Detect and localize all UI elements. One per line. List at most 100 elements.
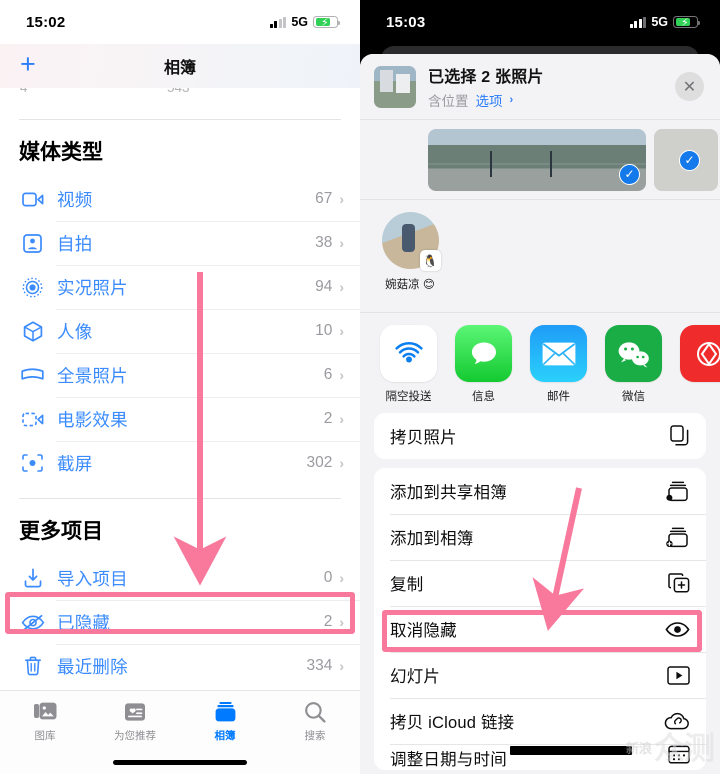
album-count: 2 bbox=[323, 410, 333, 427]
chevron-right-icon: › bbox=[339, 570, 344, 586]
album-label: 截屏 bbox=[57, 453, 93, 474]
chevron-right-icon: › bbox=[339, 411, 344, 427]
album-label: 人像 bbox=[57, 321, 93, 342]
share-apps-row: 隔空投送 信息 邮件 微信 bbox=[360, 312, 720, 404]
add-album-button[interactable]: + bbox=[20, 51, 36, 78]
album-row-cinematic[interactable]: 电影效果 2 › bbox=[0, 397, 360, 441]
live-photo-icon bbox=[19, 275, 46, 299]
tab-for-you[interactable]: 为您推荐 bbox=[90, 699, 180, 743]
album-count: 38 bbox=[315, 234, 333, 251]
action-label: 添加到共享相簿 bbox=[390, 484, 507, 502]
album-row-live-photos[interactable]: 实况照片 94 › bbox=[0, 265, 360, 309]
search-icon bbox=[304, 699, 326, 724]
signal-bars-icon bbox=[269, 16, 287, 28]
foryou-icon bbox=[123, 699, 147, 724]
photo-thumbnail-2[interactable]: ✓ bbox=[654, 128, 718, 191]
album-row-hidden[interactable]: 已隐藏 2 › bbox=[0, 600, 360, 644]
album-count: 0 bbox=[323, 569, 333, 586]
chevron-right-icon: › bbox=[339, 455, 344, 471]
share-app-wechat[interactable]: 微信 bbox=[605, 325, 662, 404]
copy-icon bbox=[664, 425, 690, 447]
action-add-to-shared-album[interactable]: 添加到共享相簿 bbox=[374, 468, 706, 514]
action-duplicate[interactable]: 复制 bbox=[374, 560, 706, 606]
chevron-right-icon: › bbox=[339, 323, 344, 339]
album-row-portrait[interactable]: 人像 10 › bbox=[0, 309, 360, 353]
album-count: 6 bbox=[323, 366, 333, 383]
bottom-tab-bar: 图库 为您推荐 相簿 搜索 bbox=[0, 690, 360, 774]
app-label: 邮件 bbox=[547, 391, 570, 403]
contact-suggestion[interactable]: 🐧 婉菇凉 😊 bbox=[378, 212, 442, 292]
album-count: 10 bbox=[315, 322, 333, 339]
battery-icon: ⚡ bbox=[673, 15, 700, 29]
album-count: 2 bbox=[323, 613, 333, 630]
album-row-recently-deleted[interactable]: 最近删除 334 › bbox=[0, 644, 360, 688]
import-icon bbox=[19, 566, 46, 590]
chevron-right-icon: › bbox=[339, 235, 344, 251]
avatar: 🐧 bbox=[381, 212, 441, 271]
close-button[interactable]: ✕ bbox=[675, 72, 704, 101]
shared-album-icon bbox=[664, 481, 690, 502]
tab-library[interactable]: 图库 bbox=[0, 699, 90, 743]
albums-icon bbox=[214, 699, 237, 724]
qq-badge-icon: 🐧 bbox=[419, 250, 441, 271]
album-row-selfies[interactable]: 自拍 38 › bbox=[0, 221, 360, 265]
left-phone-screen: 15:02 5G ⚡ + 相簿 4 543 媒体类型 视频 67 › bbox=[0, 0, 360, 774]
share-app-messages[interactable]: 信息 bbox=[455, 325, 512, 404]
selected-photos-strip[interactable]: ✓ ✓ bbox=[360, 120, 720, 200]
album-label: 实况照片 bbox=[57, 277, 128, 298]
chevron-right-icon: › bbox=[339, 658, 344, 674]
panorama-icon bbox=[19, 363, 46, 387]
chevron-right-icon: › bbox=[339, 614, 344, 630]
album-label: 导入项目 bbox=[57, 568, 128, 589]
slideshow-icon bbox=[664, 665, 690, 685]
watermark-small-text: 新浪 bbox=[625, 741, 652, 756]
options-link[interactable]: 选项 bbox=[476, 90, 503, 110]
wechat-icon bbox=[605, 325, 662, 382]
selfie-icon bbox=[19, 231, 46, 255]
album-label: 视频 bbox=[57, 189, 93, 210]
action-label: 复制 bbox=[390, 576, 424, 594]
album-row-imports[interactable]: 导入项目 0 › bbox=[0, 556, 360, 600]
album-label: 最近删除 bbox=[57, 656, 128, 677]
tab-search[interactable]: 搜索 bbox=[270, 699, 360, 743]
section-title-other: 更多项目 bbox=[19, 520, 103, 543]
signal-bars-icon bbox=[629, 16, 647, 28]
album-count: 94 bbox=[315, 278, 333, 295]
album-label: 自拍 bbox=[57, 233, 93, 254]
action-group-1: 拷贝照片 bbox=[374, 413, 706, 459]
status-time: 15:03 bbox=[386, 13, 426, 31]
share-sheet-subtitle-row: 含位置 选项 › bbox=[428, 90, 675, 110]
add-album-icon bbox=[664, 527, 690, 548]
share-sheet-header: 已选择 2 张照片 含位置 选项 › ✕ bbox=[360, 54, 720, 120]
album-row-panorama[interactable]: 全景照片 6 › bbox=[0, 353, 360, 397]
chevron-right-icon: › bbox=[339, 367, 344, 383]
action-unhide[interactable]: 取消隐藏 bbox=[374, 606, 706, 652]
suggested-contacts-row: 🐧 婉菇凉 😊 bbox=[360, 200, 720, 312]
action-label: 添加到相簿 bbox=[390, 530, 474, 548]
action-add-to-album[interactable]: 添加到相簿 bbox=[374, 514, 706, 560]
action-copy-photo[interactable]: 拷贝照片 bbox=[374, 413, 706, 459]
library-icon bbox=[33, 699, 58, 724]
eye-icon bbox=[664, 621, 690, 638]
left-status-bar: 15:02 5G ⚡ bbox=[0, 0, 360, 44]
duplicate-icon bbox=[664, 573, 690, 593]
messages-icon bbox=[455, 325, 512, 382]
selected-check-icon: ✓ bbox=[679, 149, 700, 171]
right-status-bar: 15:03 5G ⚡ bbox=[360, 0, 720, 44]
album-row-screenshots[interactable]: 截屏 302 › bbox=[0, 441, 360, 485]
photo-thumbnail-1[interactable]: ✓ bbox=[428, 128, 646, 191]
network-type-label: 5G bbox=[651, 15, 668, 29]
chevron-right-icon: › bbox=[339, 279, 344, 295]
redaction-bar bbox=[510, 746, 632, 755]
status-time: 15:02 bbox=[26, 13, 66, 31]
tab-albums[interactable]: 相簿 bbox=[180, 699, 270, 743]
tab-label: 搜索 bbox=[304, 730, 326, 742]
share-app-partial[interactable] bbox=[680, 325, 720, 404]
share-app-mail[interactable]: 邮件 bbox=[530, 325, 587, 404]
share-app-airdrop[interactable]: 隔空投送 bbox=[380, 325, 437, 404]
video-icon bbox=[19, 187, 46, 211]
screenshot-icon bbox=[19, 451, 46, 475]
action-slideshow[interactable]: 幻灯片 bbox=[374, 652, 706, 698]
home-indicator[interactable] bbox=[113, 760, 247, 765]
album-row-video[interactable]: 视频 67 › bbox=[0, 177, 360, 221]
